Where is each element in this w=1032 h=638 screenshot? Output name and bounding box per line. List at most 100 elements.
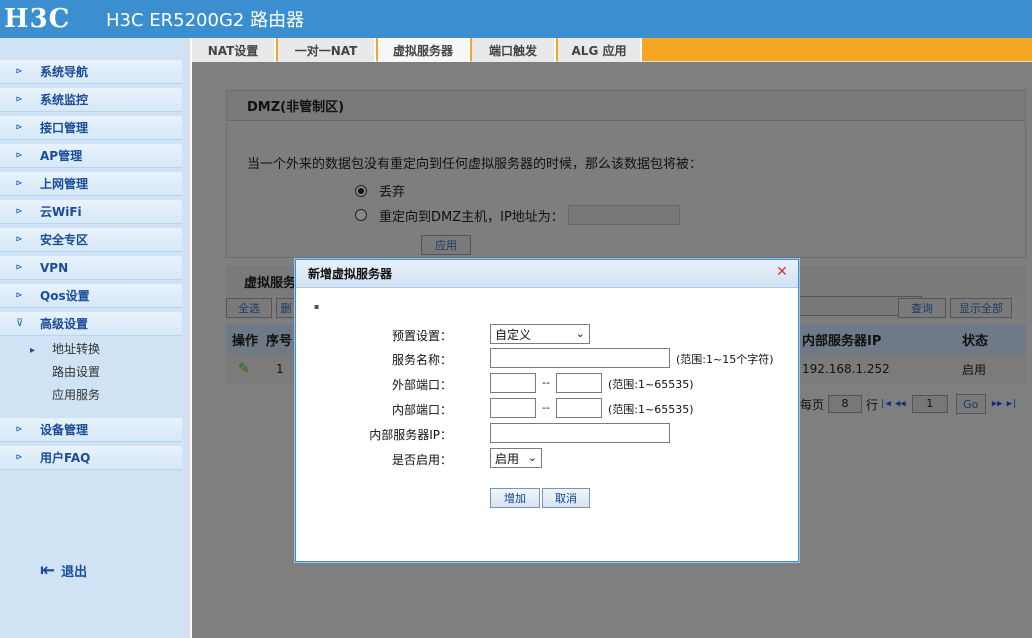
sidebar-item-label: AP管理 <box>40 149 83 163</box>
external-port-hint: (范围:1~65535) <box>608 378 694 391</box>
tab-nat[interactable]: NAT设置 <box>192 38 276 62</box>
logout-button[interactable]: ⇤ 退出 <box>40 560 87 581</box>
first-page-icon[interactable]: |◀ <box>880 399 891 409</box>
enable-select[interactable]: 启用 ⌄ <box>490 448 542 468</box>
dialog-header: 新增虚拟服务器 ✕ <box>296 260 798 288</box>
sidebar-item-label: 系统监控 <box>40 93 89 107</box>
sidebar-item-system-monitor[interactable]: ⊳ 系统监控 <box>0 88 182 112</box>
enable-label: 是否启用： <box>391 453 452 467</box>
sidebar-subitem-label: 路由设置 <box>52 365 101 379</box>
dmz-panel: DMZ(非管制区) 当一个外来的数据包没有重定向到任何虚拟服务器的时候，那么该数… <box>226 90 1026 258</box>
preset-select[interactable]: 自定义 ⌄ <box>490 324 590 344</box>
internal-port-start-input[interactable] <box>490 398 536 418</box>
sidebar-subitem-nat[interactable]: ▸ 地址转换 <box>30 340 100 357</box>
sidebar-item-ap[interactable]: ⊳ AP管理 <box>0 144 182 168</box>
prev-page-icon[interactable]: ◀◀ <box>895 399 906 409</box>
next-page-icon[interactable]: ▶▶ <box>992 399 1003 409</box>
sidebar-item-faq[interactable]: ⊳ 用户FAQ <box>0 446 182 470</box>
select-all-button[interactable]: 全选 <box>226 298 272 318</box>
go-button[interactable]: Go <box>955 394 986 414</box>
sidebar-item-system-nav[interactable]: ⊳ 系统导航 <box>0 60 182 84</box>
external-port-start-input[interactable] <box>490 373 536 393</box>
row-status: 启用 <box>962 362 987 377</box>
tab-bar: NAT设置 一对一NAT 虚拟服务器 端口触发 ALG 应用 <box>192 38 1032 62</box>
page-input[interactable]: 1 <box>911 395 948 413</box>
dmz-option-drop[interactable]: 丢弃 <box>355 181 405 200</box>
dialog-title: 新增虚拟服务器 <box>308 267 393 281</box>
logout-icon: ⇤ <box>40 560 56 581</box>
sidebar-item-label: VPN <box>40 260 69 275</box>
service-name-hint: (范围:1~15个字符) <box>676 353 774 366</box>
chevron-right-icon: ⊳ <box>16 150 23 161</box>
pagination: 每页 8 行 |◀ ◀◀ 1 Go ▶▶ ▶| <box>800 394 1019 414</box>
chevron-right-icon: ⊳ <box>16 94 23 105</box>
internal-port-label: 内部端口： <box>391 403 452 417</box>
sidebar-subitem-routing[interactable]: 路由设置 <box>30 363 100 380</box>
tab-alg[interactable]: ALG 应用 <box>558 38 642 62</box>
col-seq: 序号 <box>266 333 293 349</box>
sidebar-subitem-app-service[interactable]: 应用服务 <box>30 386 100 403</box>
internal-port-hint: (范围:1~65535) <box>608 403 694 416</box>
dot-mark: ▪ <box>314 302 320 311</box>
arrow-right-icon: ▸ <box>30 345 36 356</box>
sidebar-item-label: 安全专区 <box>40 233 89 247</box>
dmz-description: 当一个外来的数据包没有重定向到任何虚拟服务器的时候，那么该数据包将被： <box>247 157 703 172</box>
rows-label: 行 <box>866 397 879 412</box>
port-range-dash: -- <box>542 401 550 414</box>
sidebar-item-qos[interactable]: ⊳ Qos设置 <box>0 284 182 308</box>
dmz-apply-button[interactable]: 应用 <box>421 235 471 255</box>
sidebar-item-interface[interactable]: ⊳ 接口管理 <box>0 116 182 140</box>
radio-checked-icon[interactable] <box>355 184 367 197</box>
edit-pencil-icon[interactable]: ✎ <box>238 361 250 377</box>
chevron-right-icon: ⊳ <box>16 424 23 435</box>
query-button[interactable]: 查询 <box>898 298 946 318</box>
radio-unchecked-icon[interactable] <box>355 209 367 221</box>
sidebar-item-security[interactable]: ⊳ 安全专区 <box>0 228 182 252</box>
server-ip-input[interactable] <box>490 423 670 443</box>
cancel-button[interactable]: 取消 <box>542 488 590 508</box>
chevron-right-icon: ⊳ <box>16 122 23 133</box>
chevron-right-icon: ⊳ <box>16 178 23 189</box>
dmz-title: DMZ(非管制区) <box>227 91 1025 121</box>
last-page-icon[interactable]: ▶| <box>1007 399 1018 409</box>
show-all-button[interactable]: 显示全部 <box>950 298 1012 318</box>
tab-port-trigger[interactable]: 端口触发 <box>472 38 556 62</box>
add-virtual-server-dialog: 新增虚拟服务器 ✕ ▪ 预置设置： 自定义 ⌄ 服务名称： (范围:1~15个字… <box>295 259 799 562</box>
chevron-down-icon: ⌄ <box>527 451 537 464</box>
close-icon[interactable]: ✕ <box>776 265 788 279</box>
sidebar-item-label: 云WiFi <box>40 205 82 219</box>
chevron-right-icon: ⊳ <box>16 206 23 217</box>
dmz-ip-input[interactable] <box>567 205 680 225</box>
add-button[interactable]: 增加 <box>490 488 540 508</box>
sidebar-item-vpn[interactable]: ⊳ VPN <box>0 256 182 280</box>
sidebar-item-advanced[interactable]: ⊽ 高级设置 <box>0 312 182 336</box>
sidebar: ⊳ 系统导航 ⊳ 系统监控 ⊳ 接口管理 ⊳ AP管理 ⊳ 上网管理 ⊳ 云WiFi ⊳ 安全… <box>0 38 190 638</box>
delete-button[interactable]: 删 <box>276 298 296 318</box>
service-name-input[interactable] <box>490 348 670 368</box>
preset-value: 自定义 <box>495 327 532 342</box>
chevron-right-icon: ⊳ <box>16 262 23 273</box>
port-range-dash: -- <box>542 376 550 389</box>
dmz-option-redirect[interactable]: 重定向到DMZ主机，IP地址为： <box>355 205 680 225</box>
chevron-down-icon: ⊽ <box>16 318 24 329</box>
internal-port-end-input[interactable] <box>556 398 602 418</box>
sidebar-item-device[interactable]: ⊳ 设备管理 <box>0 418 182 442</box>
sidebar-subitem-label: 应用服务 <box>52 388 101 402</box>
per-page-input[interactable]: 8 <box>828 395 863 413</box>
sidebar-item-cloud-wifi[interactable]: ⊳ 云WiFi <box>0 200 182 224</box>
logout-label: 退出 <box>61 565 88 580</box>
tab-one-to-one-nat[interactable]: 一对一NAT <box>278 38 376 62</box>
enable-value: 启用 <box>495 451 520 466</box>
h3c-logo: H3C <box>4 4 71 34</box>
col-status: 状态 <box>962 333 989 349</box>
app-header: H3C H3C ER5200G2 路由器 <box>0 0 1032 38</box>
row-seq: 1 <box>276 362 284 376</box>
external-port-end-input[interactable] <box>556 373 602 393</box>
sidebar-item-label: 设备管理 <box>40 423 89 437</box>
preset-label: 预置设置： <box>391 329 452 343</box>
sidebar-item-internet[interactable]: ⊳ 上网管理 <box>0 172 182 196</box>
option-label: 重定向到DMZ主机，IP地址为： <box>379 209 564 225</box>
tab-virtual-server[interactable]: 虚拟服务器 <box>378 38 470 62</box>
server-ip-label: 内部服务器IP： <box>369 428 452 442</box>
sidebar-item-label: Qos设置 <box>40 289 90 303</box>
